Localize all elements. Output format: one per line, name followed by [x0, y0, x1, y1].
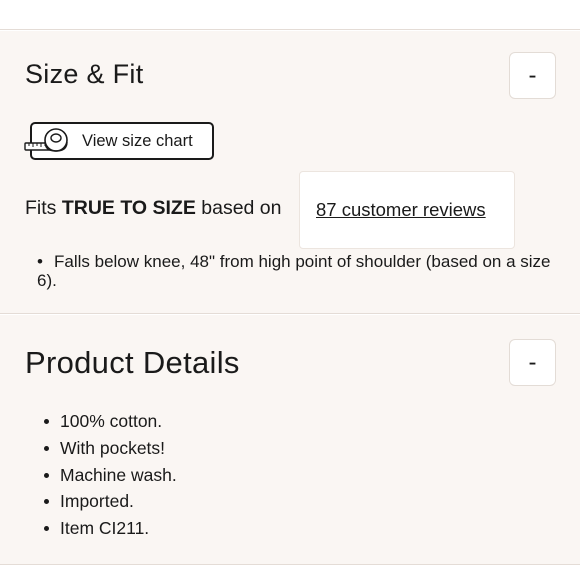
fit-summary-emphasis: TRUE TO SIZE — [61, 197, 196, 219]
list-item: With pockets! — [44, 435, 177, 462]
size-fit-title: Size & Fit — [25, 59, 144, 89]
bullet-dot-icon — [44, 472, 49, 478]
product-details-list: 100% cotton. With pockets! Machine wash.… — [44, 408, 177, 542]
list-item-text: With pockets! — [60, 437, 166, 458]
fit-note: • Falls below knee, 48" from high point … — [37, 252, 557, 290]
list-item-text: 100% cotton. — [60, 411, 163, 431]
product-details-title: Product Details — [25, 345, 240, 380]
product-details-section: Product Details - 100% cotton. With pock… — [0, 315, 580, 565]
list-item-text: Machine wash. — [60, 464, 177, 485]
top-strip — [0, 0, 580, 30]
fit-summary: Fits TRUE TO SIZE based on — [25, 197, 282, 220]
fit-note-text: Falls below knee, 48" from high point of… — [37, 252, 551, 290]
customer-reviews-link[interactable]: 87 customer reviews — [316, 199, 486, 221]
list-item-text: Item CI211. — [60, 518, 150, 539]
size-fit-section: Size & Fit - View size chart Fits TRUE T… — [0, 31, 580, 314]
view-size-chart-button[interactable]: View size chart — [24, 122, 214, 160]
fit-summary-prefix: Fits — [25, 197, 62, 219]
list-item: Imported. — [44, 488, 177, 515]
bullet-dot-icon — [44, 499, 49, 505]
size-fit-collapse-button[interactable]: - — [509, 52, 556, 99]
bullet-dot-icon — [44, 445, 49, 451]
list-item: Machine wash. — [44, 462, 177, 489]
tape-measure-icon — [24, 128, 68, 152]
view-size-chart-label: View size chart — [82, 132, 193, 150]
list-item: 100% cotton. — [44, 408, 177, 435]
list-item: Item CI211. — [44, 515, 177, 542]
list-item-text: Imported. — [60, 491, 134, 512]
fit-summary-suffix: based on — [195, 197, 282, 219]
bullet-dot-icon: • — [37, 252, 43, 271]
product-details-collapse-button[interactable]: - — [509, 339, 556, 386]
reviews-link-box[interactable]: 87 customer reviews — [299, 171, 515, 249]
bullet-dot-icon — [44, 526, 49, 532]
bullet-dot-icon — [44, 419, 49, 424]
